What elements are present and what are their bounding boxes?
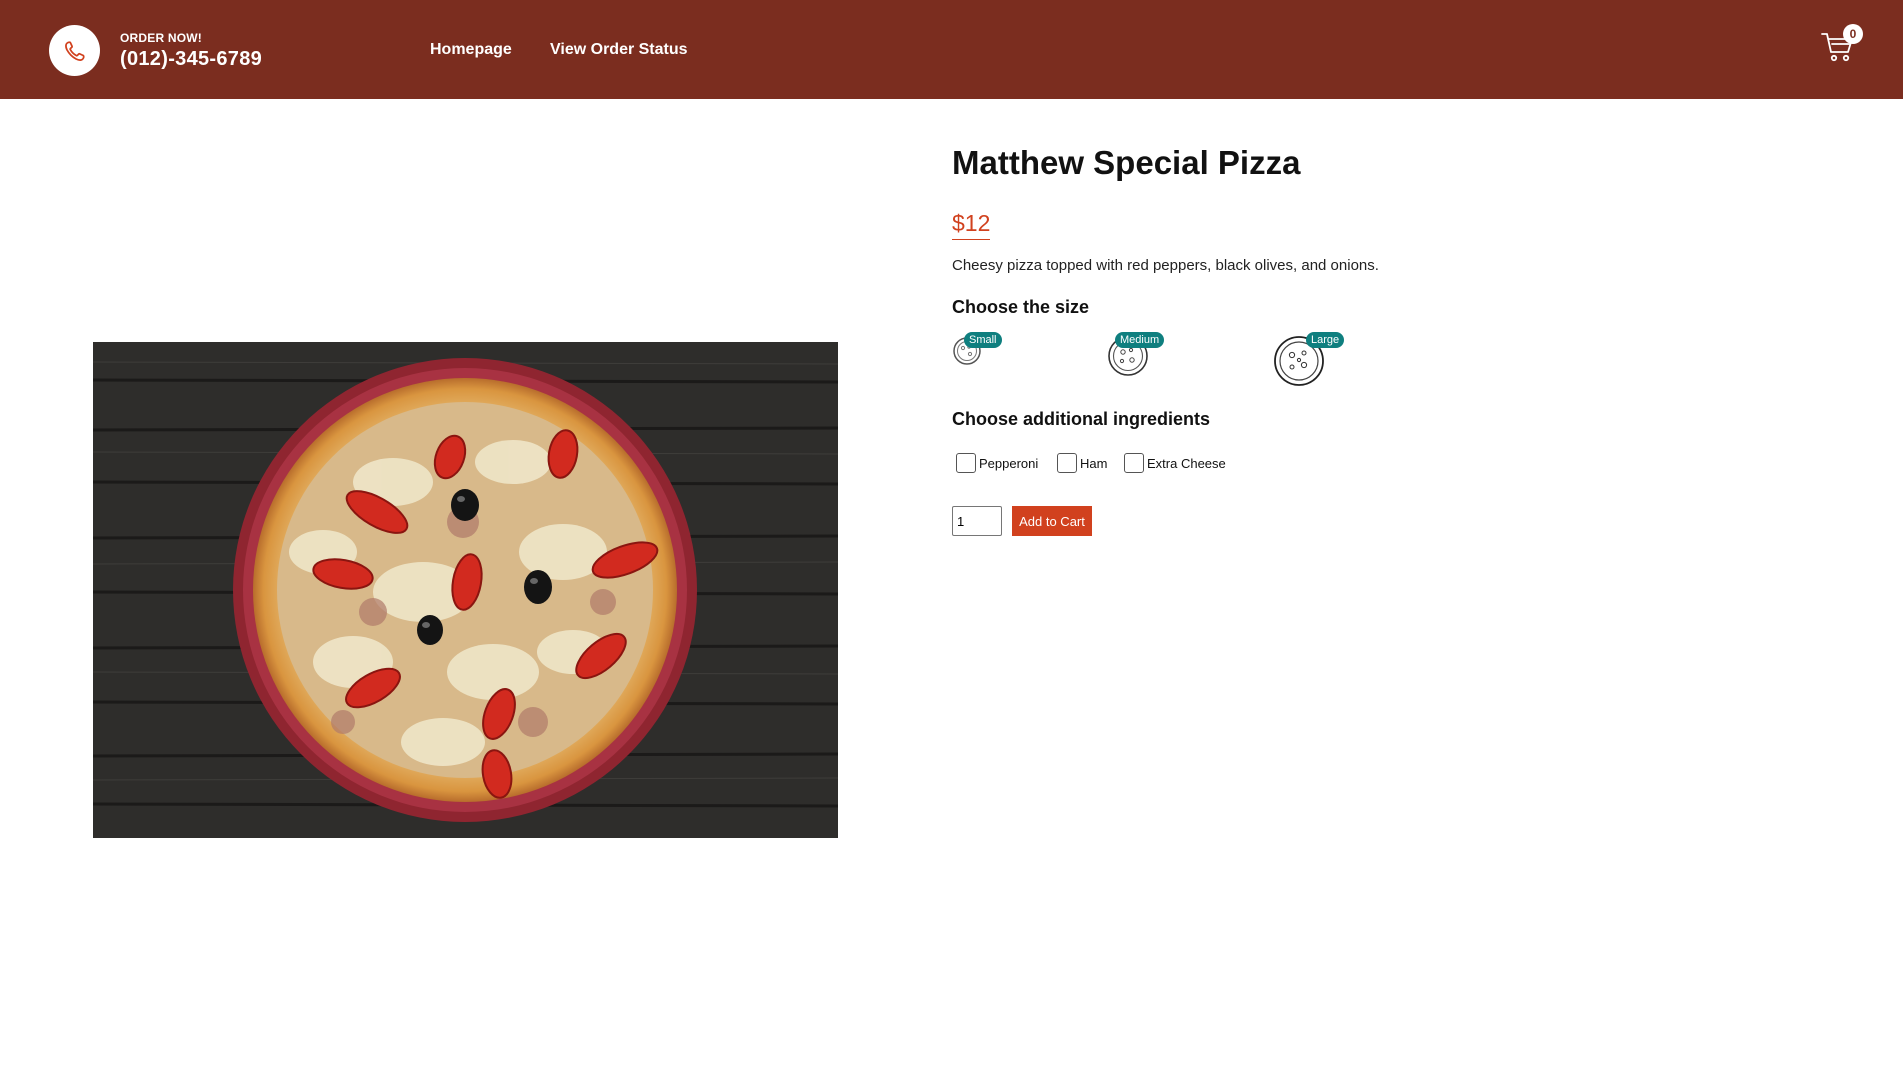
- navbar: ORDER NOW! (012)-345-6789 Homepage View …: [0, 0, 1903, 99]
- size-badge-large: Large: [1306, 332, 1345, 348]
- phone-icon[interactable]: [49, 25, 100, 76]
- ingredient-ham[interactable]: Ham: [1057, 453, 1107, 473]
- size-option-medium[interactable]: Medium: [1108, 332, 1165, 381]
- size-option-small[interactable]: Small: [952, 332, 1002, 371]
- size-heading: Choose the size: [952, 297, 1090, 317]
- quantity-input[interactable]: [952, 506, 1002, 536]
- product-title: Matthew Special Pizza: [952, 144, 1301, 181]
- product-description: Cheesy pizza topped with red peppers, bl…: [952, 257, 1379, 274]
- ingredient-extra-cheese[interactable]: Extra Cheese: [1124, 453, 1226, 473]
- ham-label: Ham: [1080, 455, 1108, 471]
- extra-cheese-label: Extra Cheese: [1147, 455, 1226, 471]
- size-option-large[interactable]: Large: [1274, 332, 1345, 391]
- size-badge-small: Small: [964, 332, 1002, 348]
- product-price: $12: [952, 210, 991, 240]
- cart-count-badge: 0: [1843, 24, 1863, 44]
- nav-link-homepage[interactable]: Homepage: [430, 41, 512, 59]
- nav-link-order-status[interactable]: View Order Status: [550, 41, 688, 59]
- ham-checkbox[interactable]: [1057, 453, 1077, 473]
- extra-cheese-checkbox[interactable]: [1124, 453, 1144, 473]
- add-to-cart-button[interactable]: Add to Cart: [1012, 506, 1092, 536]
- ingredients-heading: Choose additional ingredients: [952, 409, 1211, 429]
- size-badge-medium: Medium: [1115, 332, 1165, 348]
- phone-number: (012)-345-6789: [120, 48, 263, 70]
- pizza-image: [93, 342, 838, 838]
- ingredient-pepperoni[interactable]: Pepperoni: [956, 453, 1038, 473]
- pepperoni-checkbox[interactable]: [956, 453, 976, 473]
- pepperoni-label: Pepperoni: [979, 455, 1039, 471]
- order-now-label: ORDER NOW!: [120, 31, 202, 45]
